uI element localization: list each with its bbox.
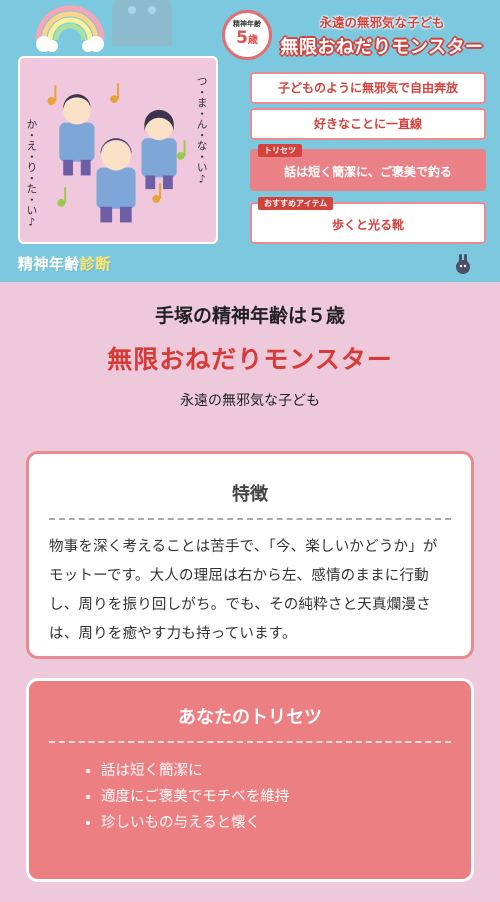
age-badge: 精神年齢 5歳 [222, 10, 272, 60]
age-badge-label: 精神年齢 [233, 20, 261, 28]
recommended-item-text: 歩くと光る靴 [331, 218, 404, 232]
torisetsu-tag: トリセツ [258, 144, 302, 157]
features-heading: 特徴 [232, 484, 268, 505]
recommended-item-tag: おすすめアイテム [258, 197, 334, 210]
features-text: 物事を深く考えることは苦手で、「今、楽しいかどうか」がモットーです。大人の理屈は… [49, 539, 438, 642]
torisetsu-pill-text: 話は短く簡潔に、ご褒美で釣る [284, 165, 452, 179]
divider [49, 741, 451, 743]
illus-text-1: つ・ま・ん・な・い♪ [196, 76, 209, 186]
torisetsu-section: あなたのトリセツ 話は短く簡潔に 適度にご褒美でモチベを維持 珍しいもの与えると… [26, 678, 474, 882]
illus-text-2: か・え・り・た・い♪ [25, 119, 38, 229]
card-title: 無限おねだりモンスター [280, 37, 484, 58]
result-type-title: 無限おねだりモンスター [107, 345, 393, 374]
trait-pill: 子どものように無邪気で自由奔放 [250, 72, 486, 104]
children-illustration: つ・ま・ん・な・い♪ か・え・り・た・い♪ [18, 56, 218, 244]
list-item: 適度にご褒美でモチベを維持 [101, 784, 471, 810]
diagnosis-logo: 精神年齢診断 [18, 255, 112, 273]
torisetsu-heading: あなたのトリセツ [178, 707, 322, 728]
result-type-subtitle: 永遠の無邪気な子ども [180, 393, 320, 409]
recommended-item-pill: おすすめアイテム 歩くと光る靴 [250, 197, 486, 244]
card-subtitle: 永遠の無邪気な子ども [319, 15, 445, 30]
features-section: 特徴 物事を深く考えることは苦手で、「今、楽しいかどうか」がモットーです。大人の… [26, 451, 474, 659]
trait-pill: 好きなことに一直線 [250, 108, 486, 140]
mascot-icon [456, 254, 470, 274]
torisetsu-list: 話は短く簡潔に 適度にご褒美でモチベを維持 珍しいもの与えると懐く [101, 758, 471, 836]
torisetsu-pill: トリセツ 話は短く簡潔に、ご褒美で釣る [250, 144, 486, 191]
result-heading: 手塚の精神年齢は５歳 [154, 305, 345, 327]
result-card-image: つ・ま・ん・な・い♪ か・え・り・た・い♪ 精神年齢 5歳 永遠の無邪気な子ども… [0, 0, 500, 282]
divider [49, 518, 451, 520]
list-item: 珍しいもの与えると懐く [101, 810, 471, 836]
monster-silhouette-icon [112, 0, 172, 46]
list-item: 話は短く簡潔に [101, 758, 471, 784]
age-badge-value: 5歳 [236, 28, 258, 48]
